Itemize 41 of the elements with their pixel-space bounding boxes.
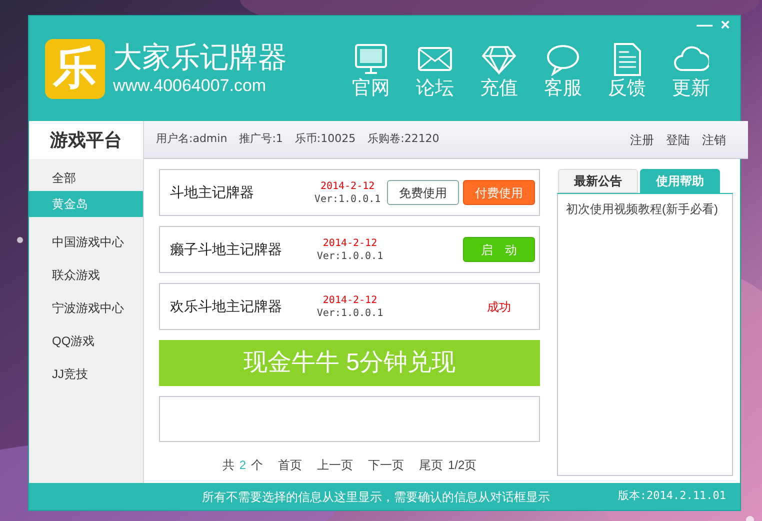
- game-name: 斗地主记牌器: [170, 183, 255, 202]
- sidebar-item[interactable]: 中国游戏中心: [29, 225, 143, 258]
- item-count: 2: [239, 457, 246, 474]
- sidebar-item[interactable]: JJ竞技: [29, 357, 143, 390]
- app-title: 大家乐记牌器: [113, 40, 287, 74]
- sidebar-item[interactable]: QQ游戏: [29, 324, 143, 357]
- game-name: 欢乐斗地主记牌器: [170, 297, 283, 316]
- account-link[interactable]: 登陆: [666, 130, 690, 148]
- page-link[interactable]: 尾页: [419, 456, 443, 474]
- account-link[interactable]: 注销: [702, 130, 726, 148]
- monitor-icon: [353, 42, 389, 76]
- account-info: 乐购卷:22120: [368, 131, 440, 148]
- version-info: 版本:2014.2.11.01: [618, 488, 726, 504]
- status-message: 所有不需要选择的信息从这里显示，需要确认的信息从对话框显示: [202, 488, 550, 506]
- panel-tab[interactable]: 最新公告: [558, 169, 638, 193]
- release-date: 2014-2-12: [320, 180, 375, 192]
- version-label: Ver:1.0.0.1: [316, 306, 384, 320]
- sidebar-title: 游戏平台: [29, 121, 143, 159]
- page-link[interactable]: 首页: [278, 456, 302, 474]
- release-date: 2014-2-12: [322, 236, 378, 250]
- pagination-text: 共: [222, 457, 234, 474]
- version-label: Ver:1.0.0.1: [316, 250, 384, 262]
- game-name: 癞子斗地主记牌器: [170, 240, 283, 259]
- account-info: 用户名:admin: [156, 131, 228, 148]
- page-indicator: 1/2页: [448, 457, 477, 474]
- website-url: www.40064007.com: [113, 74, 268, 96]
- account-info: 乐币:10025: [294, 131, 356, 148]
- page-link[interactable]: 下一页: [368, 456, 404, 474]
- sidebar-item[interactable]: 宁波游戏中心: [29, 291, 143, 324]
- account-link[interactable]: 注册: [630, 130, 654, 148]
- status-text: 成功: [486, 298, 512, 316]
- notice-link[interactable]: 初次使用视频教程(新手必看): [566, 200, 724, 218]
- sidebar-item[interactable]: 联众游戏: [29, 258, 143, 291]
- version-label: Ver:1.0.0.1: [314, 192, 381, 206]
- pagination-text: 个: [251, 457, 263, 474]
- sidebar-item[interactable]: 全部: [29, 165, 143, 191]
- action-button[interactable]: 免费使用: [387, 180, 459, 205]
- logo-icon: 乐: [45, 38, 105, 98]
- account-info: 推广号:1: [239, 131, 283, 148]
- page-link[interactable]: 上一页: [317, 456, 353, 474]
- release-date: 2014-2-12: [322, 294, 378, 306]
